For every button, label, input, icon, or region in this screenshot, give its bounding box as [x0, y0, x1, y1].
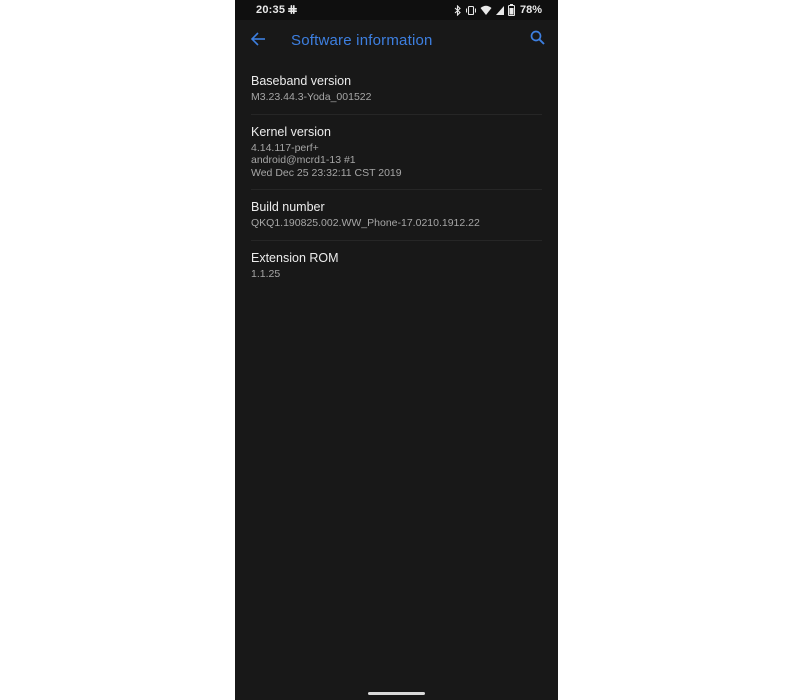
- search-icon: [530, 30, 545, 50]
- gesture-nav-handle[interactable]: [368, 692, 425, 695]
- item-title: Kernel version: [251, 124, 331, 139]
- list-item-extension-rom[interactable]: Extension ROM 1.1.25: [251, 241, 542, 291]
- page-title: Software information: [291, 32, 433, 49]
- back-button[interactable]: [247, 30, 269, 52]
- toolbar: Software information: [235, 20, 558, 64]
- list-item-kernel-version[interactable]: Kernel version 4.14.117-perf+ android@mc…: [251, 115, 542, 190]
- list-item-build-number[interactable]: Build number QKQ1.190825.002.WW_Phone-17…: [251, 190, 542, 241]
- info-list: Baseband version M3.23.44.3-Yoda_001522 …: [235, 64, 558, 290]
- item-title: Extension ROM: [251, 250, 339, 265]
- arrow-left-icon: [250, 31, 266, 51]
- battery-icon: [507, 4, 515, 16]
- item-value: android@mcrd1-13 #1: [251, 154, 356, 166]
- bluetooth-icon: [454, 4, 462, 16]
- item-title: Build number: [251, 200, 325, 214]
- status-bar: 20:35 78%: [235, 0, 558, 20]
- battery-percent: 78%: [519, 4, 542, 16]
- item-value: Wed Dec 25 23:32:11 CST 2019: [251, 166, 402, 179]
- item-value: 4.14.117-perf+: [251, 141, 319, 154]
- phone-screen: 20:35 78% Software information Baseband …: [235, 0, 558, 700]
- item-value: QKQ1.190825.002.WW_Phone-17.0210.1912.22: [251, 217, 480, 229]
- wifi-icon: [480, 5, 492, 16]
- list-item-baseband-version[interactable]: Baseband version M3.23.44.3-Yoda_001522: [251, 64, 542, 115]
- vibrate-icon: [465, 5, 477, 16]
- status-icons: 78%: [454, 3, 542, 17]
- item-title: Baseband version: [251, 74, 352, 88]
- item-value: 1.1.25: [251, 267, 281, 280]
- slack-icon: [287, 4, 298, 15]
- item-value: M3.23.44.3-Yoda_001522: [251, 91, 372, 103]
- search-button[interactable]: [526, 29, 548, 51]
- status-time: 20:35: [256, 4, 286, 16]
- cell-signal-icon: [495, 5, 505, 16]
